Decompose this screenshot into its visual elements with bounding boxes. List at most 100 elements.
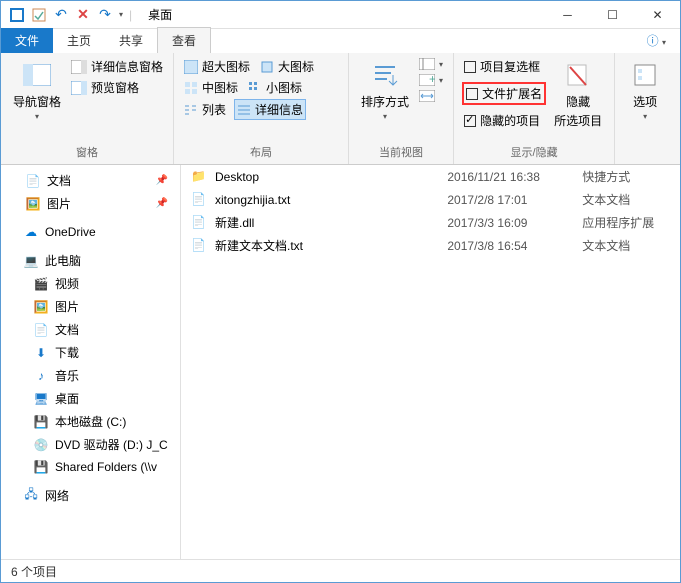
window-controls: ─ ☐ ✕: [545, 1, 680, 29]
file-name: 新建文本文档.txt: [215, 237, 439, 254]
tab-view[interactable]: 查看: [157, 27, 211, 53]
file-type: 应用程序扩展: [582, 214, 670, 231]
preview-pane-button[interactable]: 预览窗格: [69, 78, 165, 97]
size-columns-button[interactable]: [417, 89, 445, 103]
computer-icon: 💻: [23, 253, 39, 269]
file-type: 文本文档: [582, 237, 670, 254]
sidebar-item-network[interactable]: ▸🖧网络: [1, 484, 180, 507]
window-title: 桌面: [148, 6, 172, 23]
network-icon: 🖧: [23, 488, 39, 504]
file-name: Desktop: [215, 170, 439, 184]
app-icon: [9, 7, 25, 23]
ribbon-tabs: 文件 主页 共享 查看 ⓘ ▾: [1, 29, 680, 53]
group-label-layout: 布局: [182, 142, 340, 162]
list-button[interactable]: 列表: [182, 99, 228, 120]
nav-pane-label: 导航窗格: [13, 93, 61, 110]
details-button[interactable]: 详细信息: [234, 99, 306, 120]
close-button[interactable]: ✕: [635, 1, 680, 29]
ribbon-group-current-view: 排序方式 ▾ ▾ +▾ 当前视图: [349, 53, 454, 164]
maximize-button[interactable]: ☐: [590, 1, 635, 29]
divider: |: [129, 8, 132, 22]
titlebar: ↶ ✕ ↷ ▾ | 桌面 ─ ☐ ✕: [1, 1, 680, 29]
folder-shortcut-icon: 📁: [191, 169, 207, 185]
details-pane-label: 详细信息窗格: [91, 58, 163, 75]
sidebar-item-shared[interactable]: 💾Shared Folders (\\v: [1, 456, 180, 478]
document-icon: 📄: [33, 322, 49, 338]
file-list[interactable]: 📁 Desktop 2016/11/21 16:38 快捷方式 📄 xitong…: [181, 165, 680, 559]
file-extensions-toggle[interactable]: 文件扩展名: [462, 82, 546, 105]
content-area: 📄文档📌 🖼️图片📌 ▸☁OneDrive ▾💻此电脑 🎬视频 🖼️图片 📄文档…: [1, 165, 680, 559]
preview-pane-label: 预览窗格: [91, 79, 139, 96]
chevron-down-icon: ▾: [35, 112, 39, 121]
group-by-button[interactable]: ▾: [417, 57, 445, 71]
item-checkboxes-toggle[interactable]: 项目复选框: [462, 57, 546, 76]
large-icons-button[interactable]: 大图标: [258, 57, 316, 76]
dvd-icon: 💿: [33, 437, 49, 453]
text-file-icon: 📄: [191, 238, 207, 254]
tab-share[interactable]: 共享: [105, 28, 157, 53]
sidebar-item-pictures[interactable]: 🖼️图片📌: [1, 192, 180, 215]
sidebar-item-documents-pc[interactable]: 📄文档: [1, 318, 180, 341]
delete-icon[interactable]: ↷: [97, 7, 113, 23]
undo-icon[interactable]: ↶: [53, 7, 69, 23]
medium-icons-button[interactable]: 中图标: [182, 78, 240, 97]
ribbon-group-show-hide: 项目复选框 文件扩展名 隐藏的项目 隐藏 所选项目 显示/隐藏: [454, 53, 615, 164]
sidebar-item-downloads[interactable]: ⬇下载: [1, 341, 180, 364]
hide-selected-button[interactable]: 隐藏 所选项目: [550, 57, 606, 131]
details-pane-button[interactable]: 详细信息窗格: [69, 57, 165, 76]
file-type: 快捷方式: [582, 168, 670, 185]
extra-large-icons-button[interactable]: 超大图标: [182, 57, 252, 76]
sidebar-item-pictures-pc[interactable]: 🖼️图片: [1, 295, 180, 318]
sidebar-item-desktop[interactable]: 🖥桌面: [1, 387, 180, 410]
file-row[interactable]: 📄 xitongzhijia.txt 2017/2/8 17:01 文本文档: [181, 188, 680, 211]
svg-text:+: +: [429, 74, 435, 86]
qat-dropdown-icon[interactable]: ▾: [119, 10, 123, 19]
tab-file[interactable]: 文件: [1, 28, 53, 53]
sidebar-item-music[interactable]: ♪音乐: [1, 364, 180, 387]
file-name: 新建.dll: [215, 214, 439, 231]
navigation-pane-button[interactable]: 导航窗格 ▾: [9, 57, 65, 123]
sidebar-item-localdisk[interactable]: 💾本地磁盘 (C:): [1, 410, 180, 433]
checkbox-checked-icon: [464, 115, 476, 127]
status-bar: 6 个项目: [1, 559, 680, 583]
chevron-down-icon: ▾: [643, 112, 647, 121]
tab-home[interactable]: 主页: [53, 28, 105, 53]
small-icons-button[interactable]: 小图标: [246, 78, 304, 97]
file-row[interactable]: 📄 新建.dll 2017/3/3 16:09 应用程序扩展: [181, 211, 680, 234]
sort-by-button[interactable]: 排序方式 ▾: [357, 57, 413, 123]
downloads-icon: ⬇: [33, 345, 49, 361]
hidden-items-toggle[interactable]: 隐藏的项目: [462, 111, 546, 130]
chevron-down-icon: ▾: [383, 112, 387, 121]
sidebar-item-videos[interactable]: 🎬视频: [1, 272, 180, 295]
minimize-button[interactable]: ─: [545, 1, 590, 29]
checkbox-icon: [466, 88, 478, 100]
pictures-icon: 🖼️: [33, 299, 49, 315]
group-label-current-view: 当前视图: [357, 142, 445, 162]
ribbon-group-options: 选项 ▾: [615, 53, 675, 164]
file-date: 2016/11/21 16:38: [447, 170, 574, 184]
group-label-show-hide: 显示/隐藏: [462, 142, 606, 162]
options-button[interactable]: 选项 ▾: [623, 57, 667, 123]
text-file-icon: 📄: [191, 192, 207, 208]
file-row[interactable]: 📄 新建文本文档.txt 2017/3/8 16:54 文本文档: [181, 234, 680, 257]
redo-icon[interactable]: ✕: [75, 7, 91, 23]
file-row[interactable]: 📁 Desktop 2016/11/21 16:38 快捷方式: [181, 165, 680, 188]
item-count: 6 个项目: [11, 563, 57, 580]
drive-icon: 💾: [33, 414, 49, 430]
sidebar-item-thispc[interactable]: ▾💻此电脑: [1, 249, 180, 272]
quick-access-toolbar: ↶ ✕ ↷ ▾ |: [1, 7, 132, 23]
properties-icon[interactable]: [31, 7, 47, 23]
ribbon: 导航窗格 ▾ 详细信息窗格 预览窗格 窗格 超大图标 大图标: [1, 53, 680, 165]
sidebar-item-dvd[interactable]: 💿DVD 驱动器 (D:) J_C: [1, 433, 180, 456]
file-date: 2017/2/8 17:01: [447, 193, 574, 207]
sort-label: 排序方式: [361, 93, 409, 110]
videos-icon: 🎬: [33, 276, 49, 292]
desktop-icon: 🖥: [33, 391, 49, 407]
file-type: 文本文档: [582, 191, 670, 208]
sidebar-item-documents[interactable]: 📄文档📌: [1, 169, 180, 192]
add-columns-button[interactable]: +▾: [417, 73, 445, 87]
file-name: xitongzhijia.txt: [215, 193, 439, 207]
help-icon[interactable]: ⓘ ▾: [643, 28, 670, 53]
sidebar-item-onedrive[interactable]: ▸☁OneDrive: [1, 221, 180, 243]
pin-icon: 📌: [156, 175, 168, 186]
